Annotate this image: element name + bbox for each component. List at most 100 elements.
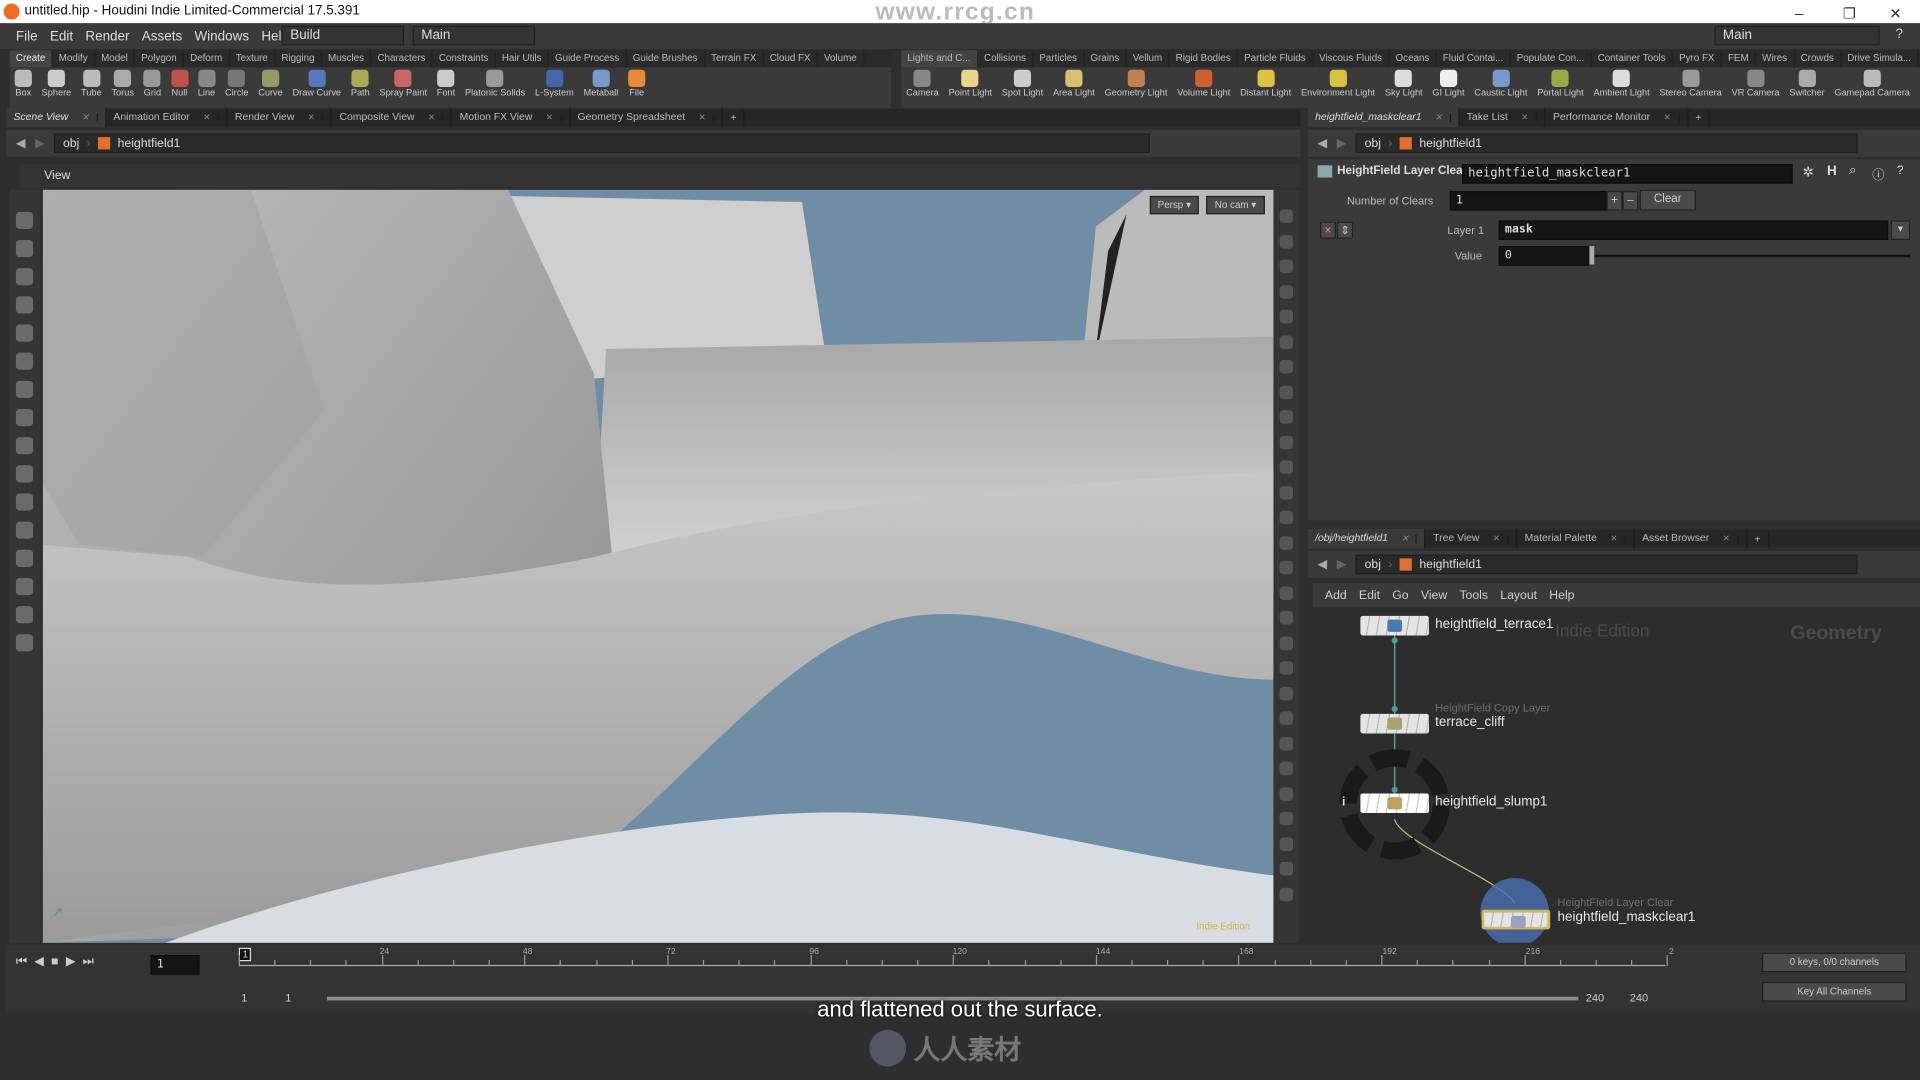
shelf-tab-guide-brushes[interactable]: Guide Brushes: [627, 50, 705, 68]
pose-tool-icon[interactable]: [15, 240, 34, 258]
tool-switcher[interactable]: Switcher: [1784, 67, 1829, 107]
tool-circle[interactable]: Circle: [220, 67, 253, 107]
tool-curve[interactable]: Curve: [253, 67, 287, 107]
node-heightfield-slump1[interactable]: [1360, 793, 1429, 814]
shelf-tab-particles[interactable]: Particles: [1033, 50, 1085, 68]
help-icon[interactable]: ?: [1896, 27, 1904, 42]
layer-input[interactable]: mask: [1498, 220, 1889, 241]
close-tab-icon[interactable]: ✕: [300, 114, 324, 123]
tab-material-palette[interactable]: Material Palette ✕: [1517, 528, 1635, 549]
desktop-select[interactable]: Build: [281, 25, 405, 46]
tool-draw-curve[interactable]: Draw Curve: [288, 67, 346, 107]
tab-motion-fx-view[interactable]: Motion FX View ✕: [452, 107, 571, 128]
display-option-icon[interactable]: [1279, 661, 1294, 675]
shelf-tab-lights-and-c[interactable]: Lights and C...: [901, 50, 978, 68]
tool-spot-light[interactable]: Spot Light: [997, 67, 1048, 107]
node-terrace-cliff[interactable]: [1360, 713, 1429, 734]
minimize-button[interactable]: –: [1795, 2, 1803, 25]
menu-render[interactable]: Render: [79, 29, 135, 44]
shelf-tab-deform[interactable]: Deform: [184, 50, 230, 68]
right-desktop-select[interactable]: Main: [1714, 25, 1880, 46]
shelf-tab-modify[interactable]: Modify: [53, 50, 95, 68]
tool-grid[interactable]: Grid: [139, 67, 166, 107]
back-arrow-icon[interactable]: ◀: [1318, 558, 1327, 571]
tab-scene-view[interactable]: Scene View ✕: [6, 107, 107, 128]
value-input[interactable]: 0: [1498, 246, 1590, 266]
handle-tool-icon[interactable]: [15, 268, 34, 286]
network-path-input[interactable]: obj › heightfield1: [1356, 554, 1859, 575]
tool-metaball[interactable]: Metaball: [579, 67, 624, 107]
shelf-tab-constraints[interactable]: Constraints: [433, 50, 496, 68]
network-menu-edit[interactable]: Edit: [1359, 588, 1380, 601]
network-menu-help[interactable]: Help: [1549, 588, 1574, 601]
shelf-tab-crowds[interactable]: Crowds: [1794, 50, 1842, 68]
shelf-tab-terrain-fx[interactable]: Terrain FX: [705, 50, 764, 68]
display-option-icon[interactable]: [1279, 385, 1294, 399]
frame-marker[interactable]: 1: [238, 947, 252, 962]
tab-take-list[interactable]: Take List ✕: [1459, 107, 1546, 128]
hand-tool-icon[interactable]: [15, 634, 34, 652]
jump-start-icon[interactable]: ⏮: [16, 955, 27, 968]
node-heightfield-terrace1[interactable]: [1360, 615, 1429, 636]
close-button[interactable]: ✕: [1889, 2, 1901, 25]
value-slider-handle[interactable]: [1589, 246, 1595, 265]
menu-assets[interactable]: Assets: [136, 29, 189, 44]
shelf-tab-viscous-fluids[interactable]: Viscous Fluids: [1313, 50, 1390, 68]
shelf-tab-guide-process[interactable]: Guide Process: [549, 50, 627, 68]
shelf-tab-oceans[interactable]: Oceans: [1389, 50, 1437, 68]
close-tab-icon[interactable]: ✕: [691, 114, 715, 123]
tool-environment-light[interactable]: Environment Light: [1296, 67, 1380, 107]
close-tab-icon[interactable]: ✕: [1603, 535, 1627, 544]
paint-tool-icon[interactable]: [15, 380, 34, 398]
shelf-tab-fem[interactable]: FEM: [1722, 50, 1756, 68]
node-heightfield-maskclear1[interactable]: [1481, 909, 1551, 930]
display-option-icon[interactable]: [1279, 334, 1294, 349]
tab-composite-view[interactable]: Composite View ✕: [332, 107, 453, 128]
tool-sky-light[interactable]: Sky Light: [1380, 67, 1428, 107]
tool-vr-camera[interactable]: VR Camera: [1727, 67, 1785, 107]
tool-caustic-light[interactable]: Caustic Light: [1469, 67, 1532, 107]
tool-line[interactable]: Line: [193, 67, 220, 107]
tab-render-view[interactable]: Render View ✕: [228, 107, 333, 128]
tool-geometry-light[interactable]: Geometry Light: [1100, 67, 1173, 107]
close-tab-icon[interactable]: ✕: [1513, 114, 1538, 123]
tab-heightfield-maskclear1[interactable]: heightfield_maskclear1 ✕: [1307, 107, 1460, 128]
node-name-input[interactable]: heightfield_maskclear1: [1462, 164, 1793, 184]
display-option-icon[interactable]: [1279, 360, 1294, 374]
path-obj[interactable]: obj: [1365, 137, 1381, 150]
shelf-tab-polygon[interactable]: Polygon: [135, 50, 185, 68]
play-icon[interactable]: ▶: [66, 955, 75, 968]
menu-file[interactable]: File: [10, 29, 44, 44]
select-tool-icon[interactable]: [15, 211, 34, 229]
display-option-icon[interactable]: [1279, 259, 1294, 274]
display-option-icon[interactable]: [1279, 611, 1294, 625]
shelf-tab-wires[interactable]: Wires: [1756, 50, 1795, 68]
tab-tree-view[interactable]: Tree View ✕: [1426, 528, 1518, 549]
shelf-tab-create[interactable]: Create: [9, 50, 53, 68]
persp-menu[interactable]: Persp ▾: [1149, 195, 1199, 215]
brush-tool-icon[interactable]: [15, 352, 34, 370]
network-menu-add[interactable]: Add: [1325, 588, 1347, 601]
magnet-tool-icon[interactable]: [15, 521, 34, 539]
tab-geometry-spreadsheet[interactable]: Geometry Spreadsheet ✕: [570, 107, 723, 128]
add-tab-icon[interactable]: +: [1747, 530, 1769, 548]
forward-arrow-icon[interactable]: ▶: [1337, 558, 1346, 571]
path-heightfield[interactable]: heightfield1: [1419, 558, 1482, 571]
display-option-icon[interactable]: [1279, 560, 1294, 575]
menu-windows[interactable]: Windows: [188, 29, 255, 44]
close-tab-icon[interactable]: ✕: [420, 114, 444, 123]
tool-portal-light[interactable]: Portal Light: [1532, 67, 1588, 107]
path-obj[interactable]: obj: [63, 137, 79, 150]
stop-icon[interactable]: ■: [51, 955, 58, 968]
step-back-icon[interactable]: ◀: [34, 955, 43, 968]
shelf-tab-vellum[interactable]: Vellum: [1127, 50, 1170, 68]
display-option-icon[interactable]: [1279, 811, 1294, 826]
lock-tool-icon[interactable]: [15, 324, 34, 342]
close-tab-icon[interactable]: ✕: [538, 114, 562, 123]
tool-font[interactable]: Font: [432, 67, 460, 107]
tool-tube[interactable]: Tube: [76, 67, 106, 107]
help-icon[interactable]: ?: [1897, 164, 1904, 177]
tool-sphere[interactable]: Sphere: [37, 67, 76, 107]
tool-ambient-light[interactable]: Ambient Light: [1589, 67, 1655, 107]
close-tab-icon[interactable]: ✕: [1656, 114, 1680, 123]
